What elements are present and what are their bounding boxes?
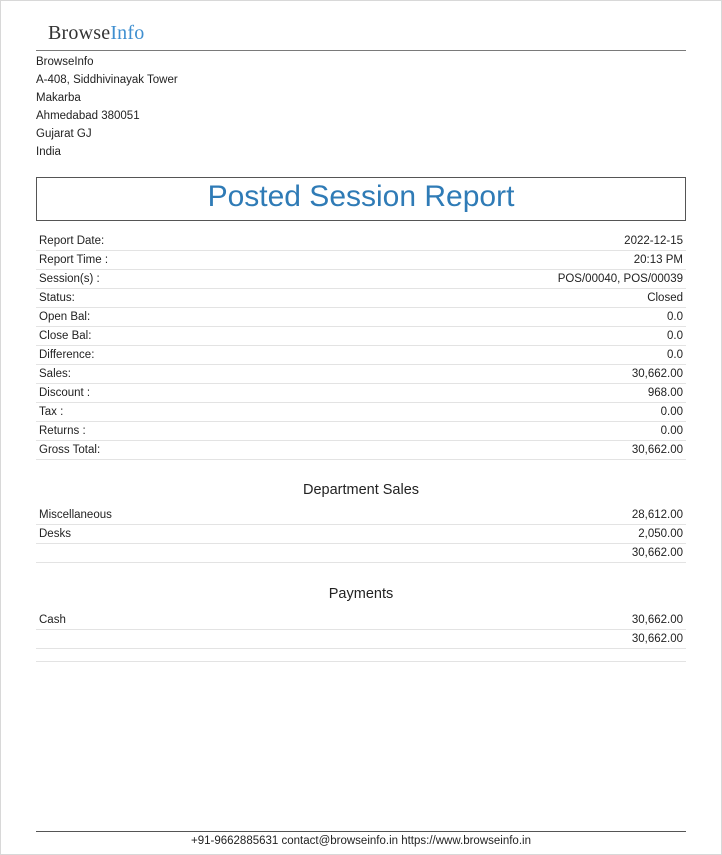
summary-value: 0.0 (667, 330, 683, 342)
summary-row-tax: Tax : 0.00 (36, 403, 686, 422)
summary-label: Tax : (39, 406, 64, 418)
report-title: Posted Session Report (207, 180, 515, 213)
summary-value: 0.0 (667, 349, 683, 361)
department-total-row: 30,662.00 (36, 544, 686, 563)
company-area: Makarba (36, 92, 81, 104)
summary-label: Status: (39, 292, 75, 304)
summary-label: Difference: (39, 349, 95, 361)
summary-label: Report Time : (39, 254, 109, 266)
summary-label: Discount : (39, 387, 91, 399)
footer-divider (36, 831, 686, 832)
company-name: BrowseInfo (36, 56, 94, 68)
payments-table: Cash 30,662.00 30,662.00 (36, 611, 686, 662)
summary-value: POS/00040, POS/00039 (557, 273, 683, 285)
summary-label: Gross Total: (39, 444, 101, 456)
summary-row-sessions: Session(s) : POS/00040, POS/00039 (36, 270, 686, 289)
payment-row: Cash 30,662.00 (36, 611, 686, 630)
summary-row-returns: Returns : 0.00 (36, 422, 686, 441)
summary-row-difference: Difference: 0.0 (36, 346, 686, 365)
department-total-value: 30,662.00 (631, 547, 683, 559)
summary-label: Open Bal: (39, 311, 91, 323)
logo-text-browse: Browse (48, 22, 111, 44)
company-street: A-408, Siddhivinayak Tower (36, 74, 178, 86)
summary-row-status: Status: Closed (36, 289, 686, 308)
summary-value: 30,662.00 (631, 368, 683, 380)
department-label: Miscellaneous (39, 509, 112, 521)
payments-heading: Payments (328, 586, 394, 602)
payment-value: 30,662.00 (631, 614, 683, 626)
payment-empty-row (36, 649, 686, 662)
company-address: BrowseInfo A-408, Siddhivinayak Tower Ma… (36, 53, 178, 161)
logo-text-info: Info (110, 22, 145, 44)
company-logo: BrowseInfo (48, 22, 144, 45)
summary-label: Report Date: (39, 235, 105, 247)
payment-total-value: 30,662.00 (631, 633, 683, 645)
company-country: India (36, 146, 61, 158)
company-state: Gujarat GJ (36, 128, 92, 140)
summary-label: Session(s) : (39, 273, 100, 285)
summary-row-report-time: Report Time : 20:13 PM (36, 251, 686, 270)
summary-label: Close Bal: (39, 330, 92, 342)
summary-row-open-bal: Open Bal: 0.0 (36, 308, 686, 327)
summary-row-gross-total: Gross Total: 30,662.00 (36, 441, 686, 460)
summary-value: 0.00 (660, 425, 683, 437)
summary-value: 2022-12-15 (624, 235, 683, 247)
report-title-box: Posted Session Report (36, 177, 686, 221)
footer-contact: +91-9662885631 contact@browseinfo.in htt… (191, 835, 531, 847)
header-divider (36, 50, 686, 51)
department-row: Miscellaneous 28,612.00 (36, 506, 686, 525)
summary-value: 0.0 (667, 311, 683, 323)
company-city-zip: Ahmedabad 380051 (36, 110, 140, 122)
summary-row-sales: Sales: 30,662.00 (36, 365, 686, 384)
summary-row-close-bal: Close Bal: 0.0 (36, 327, 686, 346)
payment-label: Cash (39, 614, 66, 626)
summary-label: Returns : (39, 425, 86, 437)
summary-row-discount: Discount : 968.00 (36, 384, 686, 403)
summary-value: 968.00 (647, 387, 683, 399)
payment-total-row: 30,662.00 (36, 630, 686, 649)
department-row: Desks 2,050.00 (36, 525, 686, 544)
summary-value: 20:13 PM (633, 254, 683, 266)
department-value: 28,612.00 (631, 509, 683, 521)
summary-value: Closed (647, 292, 683, 304)
department-sales-table: Miscellaneous 28,612.00 Desks 2,050.00 30,… (36, 506, 686, 563)
summary-value: 0.00 (660, 406, 683, 418)
summary-value: 30,662.00 (631, 444, 683, 456)
department-value: 2,050.00 (638, 528, 683, 540)
summary-label: Sales: (39, 368, 71, 380)
department-sales-heading: Department Sales (302, 482, 420, 498)
department-label: Desks (39, 528, 71, 540)
session-summary-table: Report Date: 2022-12-15 Report Time : 20:1… (36, 232, 686, 460)
summary-row-report-date: Report Date: 2022-12-15 (36, 232, 686, 251)
